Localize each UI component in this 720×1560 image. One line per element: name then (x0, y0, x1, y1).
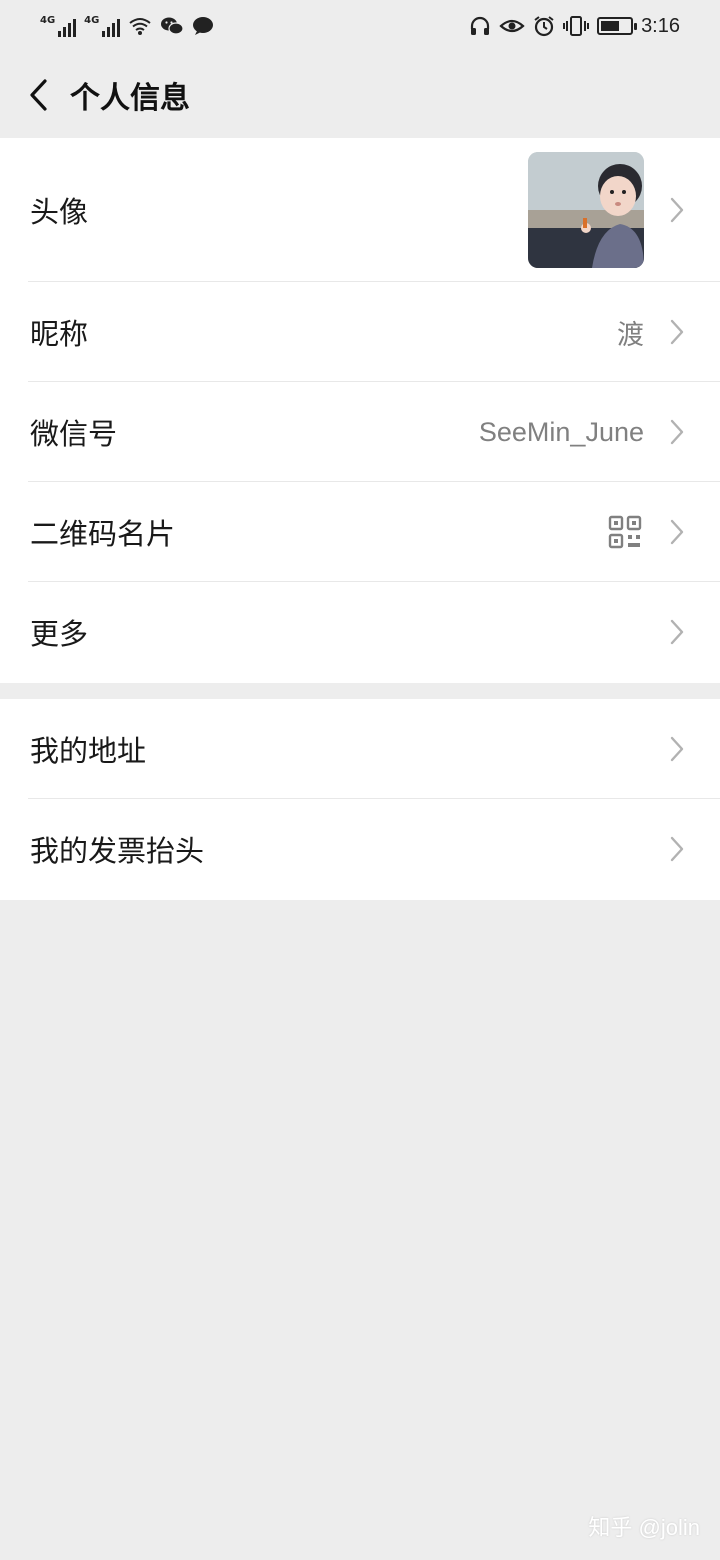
signal-icon: 4G (40, 15, 77, 37)
status-bar-left: 4G 4G (40, 15, 214, 37)
network-type-label: 4G (40, 15, 56, 26)
vibrate-icon (563, 16, 590, 36)
back-button[interactable] (0, 52, 70, 138)
wifi-icon (129, 18, 151, 35)
chevron-right-icon (662, 314, 692, 350)
row-avatar[interactable]: 头像 (0, 138, 720, 282)
message-icon (193, 17, 214, 35)
profile-settings-group: 头像 昵称 渡 微信号 SeeMin_June 二维码名片 更多 (0, 138, 720, 683)
signal-icon: 4G (84, 15, 121, 37)
row-more[interactable]: 更多 (0, 582, 720, 682)
chevron-left-icon (30, 79, 47, 111)
chevron-right-icon (662, 514, 692, 550)
row-label: 昵称 (30, 317, 89, 351)
watermark: 知乎 @jolin (588, 1515, 700, 1540)
chevron-right-icon (662, 192, 692, 228)
status-time: 3:16 (641, 14, 680, 37)
row-label: 头像 (30, 195, 89, 229)
qr-code-icon (608, 515, 642, 549)
chevron-right-icon (662, 414, 692, 450)
row-qr-code[interactable]: 二维码名片 (0, 482, 720, 582)
wechat-icon (161, 17, 184, 35)
personal-info-page: 4G 4G 3:16 个人信息 头像 昵称 渡 微信号 SeeMin_June … (0, 0, 720, 1560)
row-my-address[interactable]: 我的地址 (0, 699, 720, 799)
nav-bar: 个人信息 (0, 52, 720, 138)
row-invoice-title[interactable]: 我的发票抬头 (0, 799, 720, 899)
alarm-icon (534, 16, 554, 37)
eye-icon (499, 19, 525, 33)
avatar[interactable] (528, 152, 644, 268)
chevron-right-icon (662, 731, 692, 767)
wechat-id-value: SeeMin_June (478, 416, 644, 447)
row-label: 二维码名片 (30, 517, 176, 551)
chevron-right-icon (662, 831, 692, 867)
row-label: 微信号 (30, 417, 118, 451)
chevron-right-icon (662, 614, 692, 650)
row-label: 我的地址 (30, 734, 147, 768)
nickname-value: 渡 (617, 319, 644, 350)
battery-icon (597, 17, 638, 35)
status-bar: 4G 4G 3:16 (0, 0, 720, 52)
headphones-icon (470, 16, 490, 35)
row-label: 更多 (30, 617, 89, 651)
row-nickname[interactable]: 昵称 渡 (0, 282, 720, 382)
address-settings-group: 我的地址 我的发票抬头 (0, 699, 720, 900)
row-wechat-id[interactable]: 微信号 SeeMin_June (0, 382, 720, 482)
page-title: 个人信息 (70, 81, 190, 116)
status-bar-right: 3:16 (469, 15, 680, 38)
row-label: 我的发票抬头 (30, 834, 205, 868)
network-type-label: 4G (84, 15, 100, 26)
